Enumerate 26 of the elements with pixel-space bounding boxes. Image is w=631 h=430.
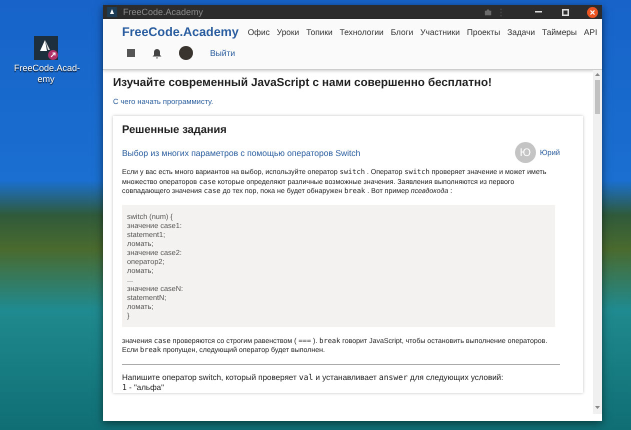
avatar[interactable]	[179, 46, 193, 60]
bell-icon[interactable]	[152, 48, 162, 58]
app-icon	[107, 7, 117, 17]
nav-link[interactable]: Топики	[306, 27, 333, 37]
nav-link[interactable]: Офис	[248, 27, 270, 37]
nav-link[interactable]: Уроки	[276, 27, 300, 37]
nav-link[interactable]: Участники	[420, 27, 460, 37]
site-logo[interactable]: FreeCode.Academy	[122, 25, 239, 39]
maximize-icon[interactable]	[562, 8, 569, 16]
shortcut-label: FreeCode.Acad-emy	[14, 63, 78, 85]
author-avatar: Ю	[514, 142, 536, 163]
close-icon[interactable]	[587, 6, 598, 18]
window-title: FreeCode.Academy	[123, 7, 204, 17]
nav-link[interactable]: API	[584, 27, 598, 37]
minimize-icon[interactable]	[535, 11, 542, 13]
nav-link[interactable]: Технологии	[340, 27, 384, 37]
logout-link[interactable]: Выйти	[210, 48, 236, 58]
nav-link[interactable]: Задачи	[507, 27, 536, 37]
nav-link[interactable]: Проекты	[466, 27, 500, 37]
nav-link[interactable]: Таймеры	[542, 27, 577, 37]
task-link[interactable]: Выбор из многих параметров с помощью операторов Switch	[122, 148, 515, 158]
card-title: Решенные задания	[122, 124, 228, 136]
page-heading: Изучайте современный JavaScript с нами совершенно бесплатно!	[113, 77, 493, 89]
question-text: Напишите оператор switch, который проверяет val и устанавливает answer для следующих условий:	[122, 372, 504, 382]
nav-link[interactable]: Блоги	[390, 27, 414, 37]
condition-text: 1 - "альфа"	[122, 382, 165, 392]
